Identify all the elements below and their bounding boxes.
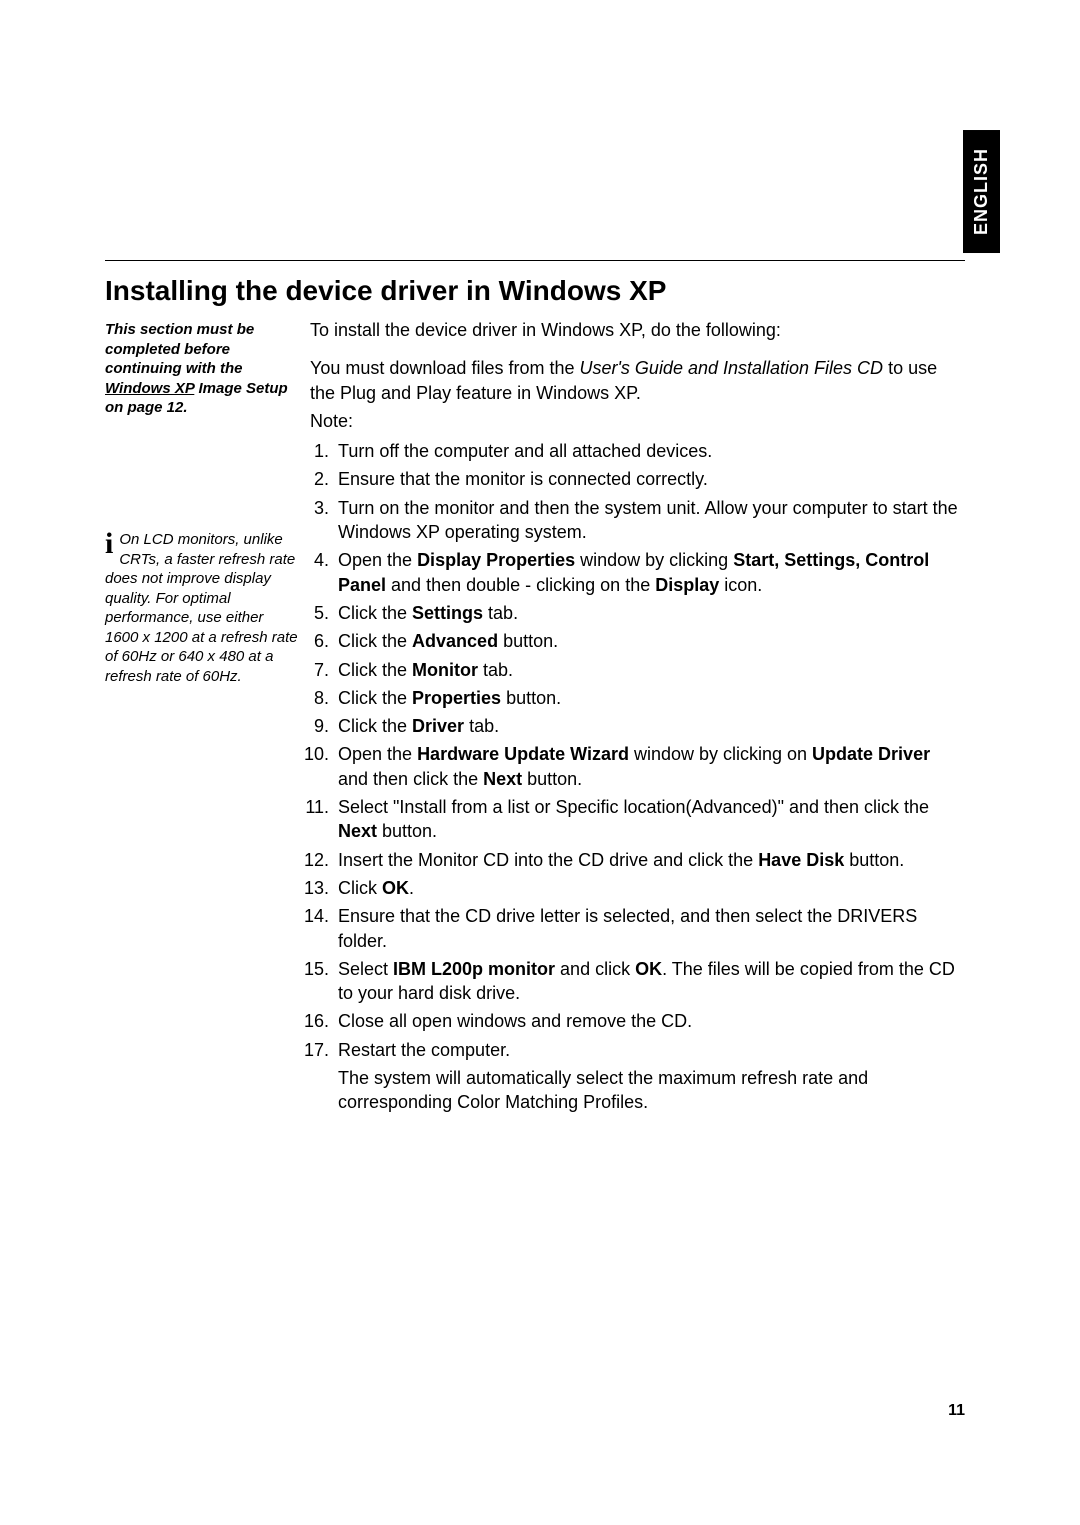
step-15: Select IBM L200p monitor and click OK. T… <box>334 957 965 1006</box>
note-label: Note: <box>310 409 965 433</box>
step-7: Click the Monitor tab. <box>334 658 965 682</box>
s8b: Properties <box>412 688 501 708</box>
s7c: tab. <box>478 660 513 680</box>
s11c: button. <box>377 821 437 841</box>
step-11: Select "Install from a list or Specific … <box>334 795 965 844</box>
s11b: Next <box>338 821 377 841</box>
page-number: 11 <box>948 1402 965 1420</box>
step-2: Ensure that the monitor is connected cor… <box>334 467 965 491</box>
step-6: Click the Advanced button. <box>334 629 965 653</box>
step-1: Turn off the computer and all attached d… <box>334 439 965 463</box>
note2-text: On LCD monitors, unlike CRTs, a faster r… <box>105 531 298 685</box>
s4b: window by clicking <box>575 550 733 570</box>
s13a: Click <box>338 878 382 898</box>
s6a: Click the <box>338 631 412 651</box>
intro-line-1: To install the device driver in Windows … <box>310 318 965 342</box>
s15b2: OK <box>635 959 662 979</box>
language-tab: ENGLISH <box>963 130 1000 253</box>
s12b: Have Disk <box>758 850 844 870</box>
intro2-a: You must download files from the <box>310 358 579 378</box>
s15b: and click <box>555 959 635 979</box>
s7b: Monitor <box>412 660 478 680</box>
horizontal-rule <box>105 260 965 261</box>
step-17: Restart the computer. The system will au… <box>334 1038 965 1115</box>
s4b1: Display Properties <box>417 550 575 570</box>
s12a: Insert the Monitor CD into the CD drive … <box>338 850 758 870</box>
s10b1: Hardware Update Wizard <box>417 744 629 764</box>
note1-text-a: This section must be completed before co… <box>105 321 254 377</box>
s9c: tab. <box>464 716 499 736</box>
s5a: Click the <box>338 603 412 623</box>
s15a: Select <box>338 959 393 979</box>
step-8: Click the Properties button. <box>334 686 965 710</box>
main-content: To install the device driver in Windows … <box>310 318 965 1119</box>
step-10: Open the Hardware Update Wizard window b… <box>334 742 965 791</box>
step-12: Insert the Monitor CD into the CD drive … <box>334 848 965 872</box>
s10d: button. <box>522 769 582 789</box>
s9a: Click the <box>338 716 412 736</box>
s13b: OK <box>382 878 409 898</box>
step-13: Click OK. <box>334 876 965 900</box>
intro-line-2: You must download files from the User's … <box>310 356 965 405</box>
s4d: icon. <box>719 575 762 595</box>
s4c: and then double - clicking on the <box>386 575 655 595</box>
steps-list: Turn off the computer and all attached d… <box>310 439 965 1114</box>
sidebar-note-prerequisite: This section must be completed before co… <box>105 320 300 418</box>
s10c: and then click the <box>338 769 483 789</box>
s10b: window by clicking on <box>629 744 812 764</box>
s15b1: IBM L200p monitor <box>393 959 555 979</box>
info-icon: i <box>105 532 113 556</box>
step-14: Ensure that the CD drive letter is selec… <box>334 904 965 953</box>
s8c: button. <box>501 688 561 708</box>
s10b3: Next <box>483 769 522 789</box>
step-3: Turn on the monitor and then the system … <box>334 496 965 545</box>
step-9: Click the Driver tab. <box>334 714 965 738</box>
s13c: . <box>409 878 414 898</box>
intro2-italic: User's Guide and Installation Files CD <box>579 358 883 378</box>
s8a: Click the <box>338 688 412 708</box>
section-heading: Installing the device driver in Windows … <box>105 275 666 307</box>
s12c: button. <box>844 850 904 870</box>
note1-underline: Windows XP <box>105 380 194 397</box>
s11a: Select "Install from a list or Specific … <box>338 797 929 817</box>
s5c: tab. <box>483 603 518 623</box>
s10b2: Update Driver <box>812 744 930 764</box>
s17-sub: The system will automatically select the… <box>338 1066 965 1115</box>
s4a: Open the <box>338 550 417 570</box>
s9b: Driver <box>412 716 464 736</box>
s5b: Settings <box>412 603 483 623</box>
s4b3: Display <box>655 575 719 595</box>
s6c: button. <box>498 631 558 651</box>
s10a: Open the <box>338 744 417 764</box>
s7a: Click the <box>338 660 412 680</box>
step-4: Open the Display Properties window by cl… <box>334 548 965 597</box>
s6b: Advanced <box>412 631 498 651</box>
step-5: Click the Settings tab. <box>334 601 965 625</box>
s17: Restart the computer. <box>338 1040 510 1060</box>
step-16: Close all open windows and remove the CD… <box>334 1009 965 1033</box>
sidebar-note-refresh: i On LCD monitors, unlike CRTs, a faster… <box>105 530 300 686</box>
